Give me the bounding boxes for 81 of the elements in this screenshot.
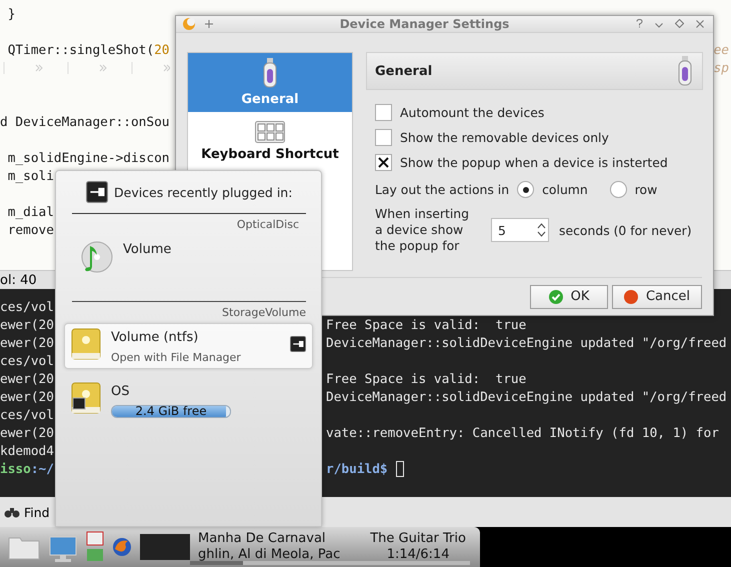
category-label: OpticalDisc: [236, 217, 300, 231]
text-cursor: [396, 461, 404, 477]
radio-button[interactable]: [517, 181, 534, 198]
terminal-prompt: r/build$: [326, 461, 388, 479]
browser-icon[interactable]: [112, 537, 132, 557]
spin-arrows-icon[interactable]: [537, 221, 546, 239]
pin-icon[interactable]: [205, 20, 213, 28]
device-item[interactable]: Volume (ntfs) Open with File Manager: [64, 323, 313, 369]
checkbox[interactable]: [375, 104, 392, 121]
terminal-line: vate::removeEntry: Cancelled INotify (fd 10, 1) for: [326, 425, 719, 443]
layout-label: Lay out the actions in: [375, 182, 510, 197]
device-name: Volume (ntfs): [111, 330, 200, 345]
free-space-bar: 2.4 GiB free: [111, 405, 231, 418]
terminal-line: DeviceManager::solidDeviceEngine updated "/org/freed: [326, 335, 727, 353]
radio-label: column: [542, 182, 588, 197]
track-title: Manha De Carnaval: [198, 531, 327, 547]
maximize-icon[interactable]: [675, 18, 684, 28]
device-item[interactable]: OS 2.4 GiB free: [64, 377, 313, 423]
eject-icon: [290, 336, 306, 352]
minimize-icon[interactable]: [655, 22, 663, 28]
cursor-position: ol: 40: [0, 272, 37, 288]
checkbox[interactable]: [375, 154, 392, 171]
terminal-line: Free Space is valid: true: [326, 371, 526, 389]
code-line: m_soli: [6, 168, 54, 184]
terminal-line: Free Space is valid: true: [326, 317, 526, 335]
seconds-label: seconds (0 for never): [559, 222, 692, 238]
terminal-line: ewer(20: [0, 336, 54, 351]
code-fragment: sp: [714, 60, 730, 76]
usb-stick-icon: [263, 58, 277, 88]
track-artist: ghlin, Al di Meola, Pac: [198, 547, 340, 563]
code-fragment: ee: [714, 42, 730, 58]
app-icon[interactable]: [86, 531, 104, 563]
plug-icon: [86, 181, 108, 203]
terminal-line: ewer(20: [0, 372, 54, 387]
album-title: The Guitar Trio: [370, 531, 466, 547]
page-title: General: [375, 64, 432, 78]
terminal-line: kdemod4: [0, 444, 54, 459]
option-label: Automount the devices: [400, 105, 544, 120]
radio-label: row: [634, 182, 658, 197]
code-line: d DeviceManager::onSou: [0, 114, 170, 130]
terminal-line: ces/vol: [0, 408, 54, 423]
terminal-line: ewer(20: [0, 390, 54, 405]
help-icon[interactable]: [636, 18, 643, 28]
track-time: 1:14/6:14: [386, 547, 450, 563]
checkbox[interactable]: [375, 129, 392, 146]
terminal-prompt: isso:~/: [0, 462, 54, 477]
ok-button[interactable]: OK: [530, 284, 608, 308]
category-label: StorageVolume: [221, 305, 307, 319]
window-title: Device Manager Settings: [338, 17, 510, 31]
stop-icon: [624, 290, 638, 304]
popup-time-label: When inserting a device show the popup for: [375, 206, 470, 254]
find-in-files-tab[interactable]: Find: [24, 504, 50, 520]
terminal-line: DeviceManager::solidDeviceEngine updated "/org/freed: [326, 389, 727, 407]
terminal-line: ces/vol: [0, 300, 54, 315]
code-line: m_dial: [6, 204, 54, 220]
category-item[interactable]: General: [188, 53, 352, 112]
window-thumbnail[interactable]: [140, 534, 190, 560]
device-name: Volume: [123, 242, 172, 257]
seconds-spinbox[interactable]: 5: [491, 218, 549, 242]
code-line: QTimer::singleShot(20: [6, 42, 170, 58]
cancel-button[interactable]: Cancel: [612, 284, 702, 308]
music-disc-icon: [79, 240, 113, 274]
app-icon: [182, 17, 196, 31]
keyboard-icon: [255, 121, 285, 143]
device-action: Open with File Manager: [111, 351, 242, 364]
check-icon: [548, 290, 563, 304]
option-label: Show the popup when a device is insterted: [400, 155, 668, 170]
option-label: Show the removable devices only: [400, 130, 609, 145]
code-line: m_solidEngine->discon: [6, 150, 170, 166]
radio-button[interactable]: [610, 181, 627, 198]
code-line: }: [6, 6, 16, 22]
popup-title: Devices recently plugged in:: [114, 184, 292, 200]
usb-stick-icon: [678, 56, 692, 86]
code-line: remove: [6, 222, 54, 238]
terminal-line: ewer(20: [0, 426, 54, 441]
close-icon[interactable]: [696, 20, 704, 28]
device-item[interactable]: Volume: [72, 235, 306, 279]
binoculars-icon: [4, 506, 20, 518]
terminal-line: ewer(20: [0, 318, 54, 333]
terminal-line: ces/vol: [0, 354, 54, 369]
device-name: OS: [111, 384, 130, 399]
